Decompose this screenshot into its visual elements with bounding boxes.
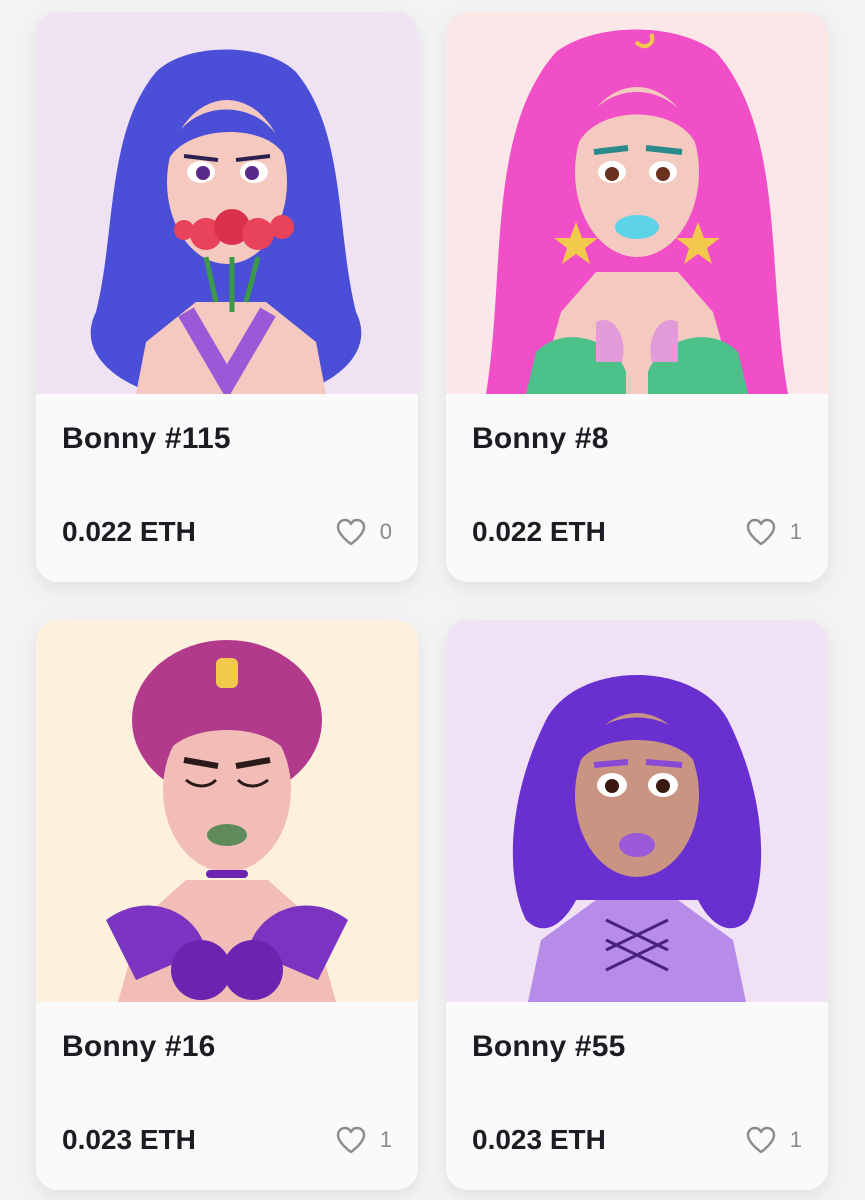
nft-card-info: Bonny #55 0.023 ETH 1 (446, 1002, 828, 1190)
nft-price: 0.022 ETH (62, 516, 196, 547)
like-count: 0 (379, 519, 392, 544)
nft-card[interactable]: Bonny #8 0.022 ETH 1 (446, 12, 828, 582)
like-count: 1 (789, 519, 802, 544)
nft-price: 0.023 ETH (62, 1124, 196, 1155)
nft-grid: Bonny #115 0.022 ETH 0 Bonny #8 0.022 ET… (0, 0, 865, 1200)
like-control[interactable]: 1 (746, 1126, 802, 1154)
heart-outline-icon[interactable] (336, 518, 366, 546)
nft-price: 0.023 ETH (472, 1124, 606, 1155)
like-count: 1 (379, 1127, 392, 1152)
bonny-8-illustration (446, 12, 828, 394)
nft-card[interactable]: Bonny #115 0.022 ETH 0 (36, 12, 418, 582)
heart-outline-icon[interactable] (746, 518, 776, 546)
nft-name[interactable]: Bonny #8 (472, 422, 609, 456)
like-control[interactable]: 1 (336, 1126, 392, 1154)
nft-artwork[interactable] (36, 620, 418, 1002)
like-control[interactable]: 0 (336, 518, 392, 546)
nft-artwork[interactable] (446, 620, 828, 1002)
nft-name[interactable]: Bonny #16 (62, 1030, 216, 1064)
like-control[interactable]: 1 (746, 518, 802, 546)
nft-name[interactable]: Bonny #115 (62, 422, 231, 456)
nft-price: 0.022 ETH (472, 516, 606, 547)
nft-card-info: Bonny #8 0.022 ETH 1 (446, 394, 828, 582)
nft-name[interactable]: Bonny #55 (472, 1030, 626, 1064)
bonny-115-illustration (36, 12, 418, 394)
bonny-16-illustration (36, 620, 418, 1002)
nft-card-info: Bonny #16 0.023 ETH 1 (36, 1002, 418, 1190)
like-count: 1 (789, 1127, 802, 1152)
heart-outline-icon[interactable] (746, 1126, 776, 1154)
nft-card-info: Bonny #115 0.022 ETH 0 (36, 394, 418, 582)
nft-card[interactable]: Bonny #55 0.023 ETH 1 (446, 620, 828, 1190)
nft-card[interactable]: Bonny #16 0.023 ETH 1 (36, 620, 418, 1190)
nft-artwork[interactable] (36, 12, 418, 394)
bonny-55-illustration (446, 620, 828, 1002)
heart-outline-icon[interactable] (336, 1126, 366, 1154)
nft-artwork[interactable] (446, 12, 828, 394)
